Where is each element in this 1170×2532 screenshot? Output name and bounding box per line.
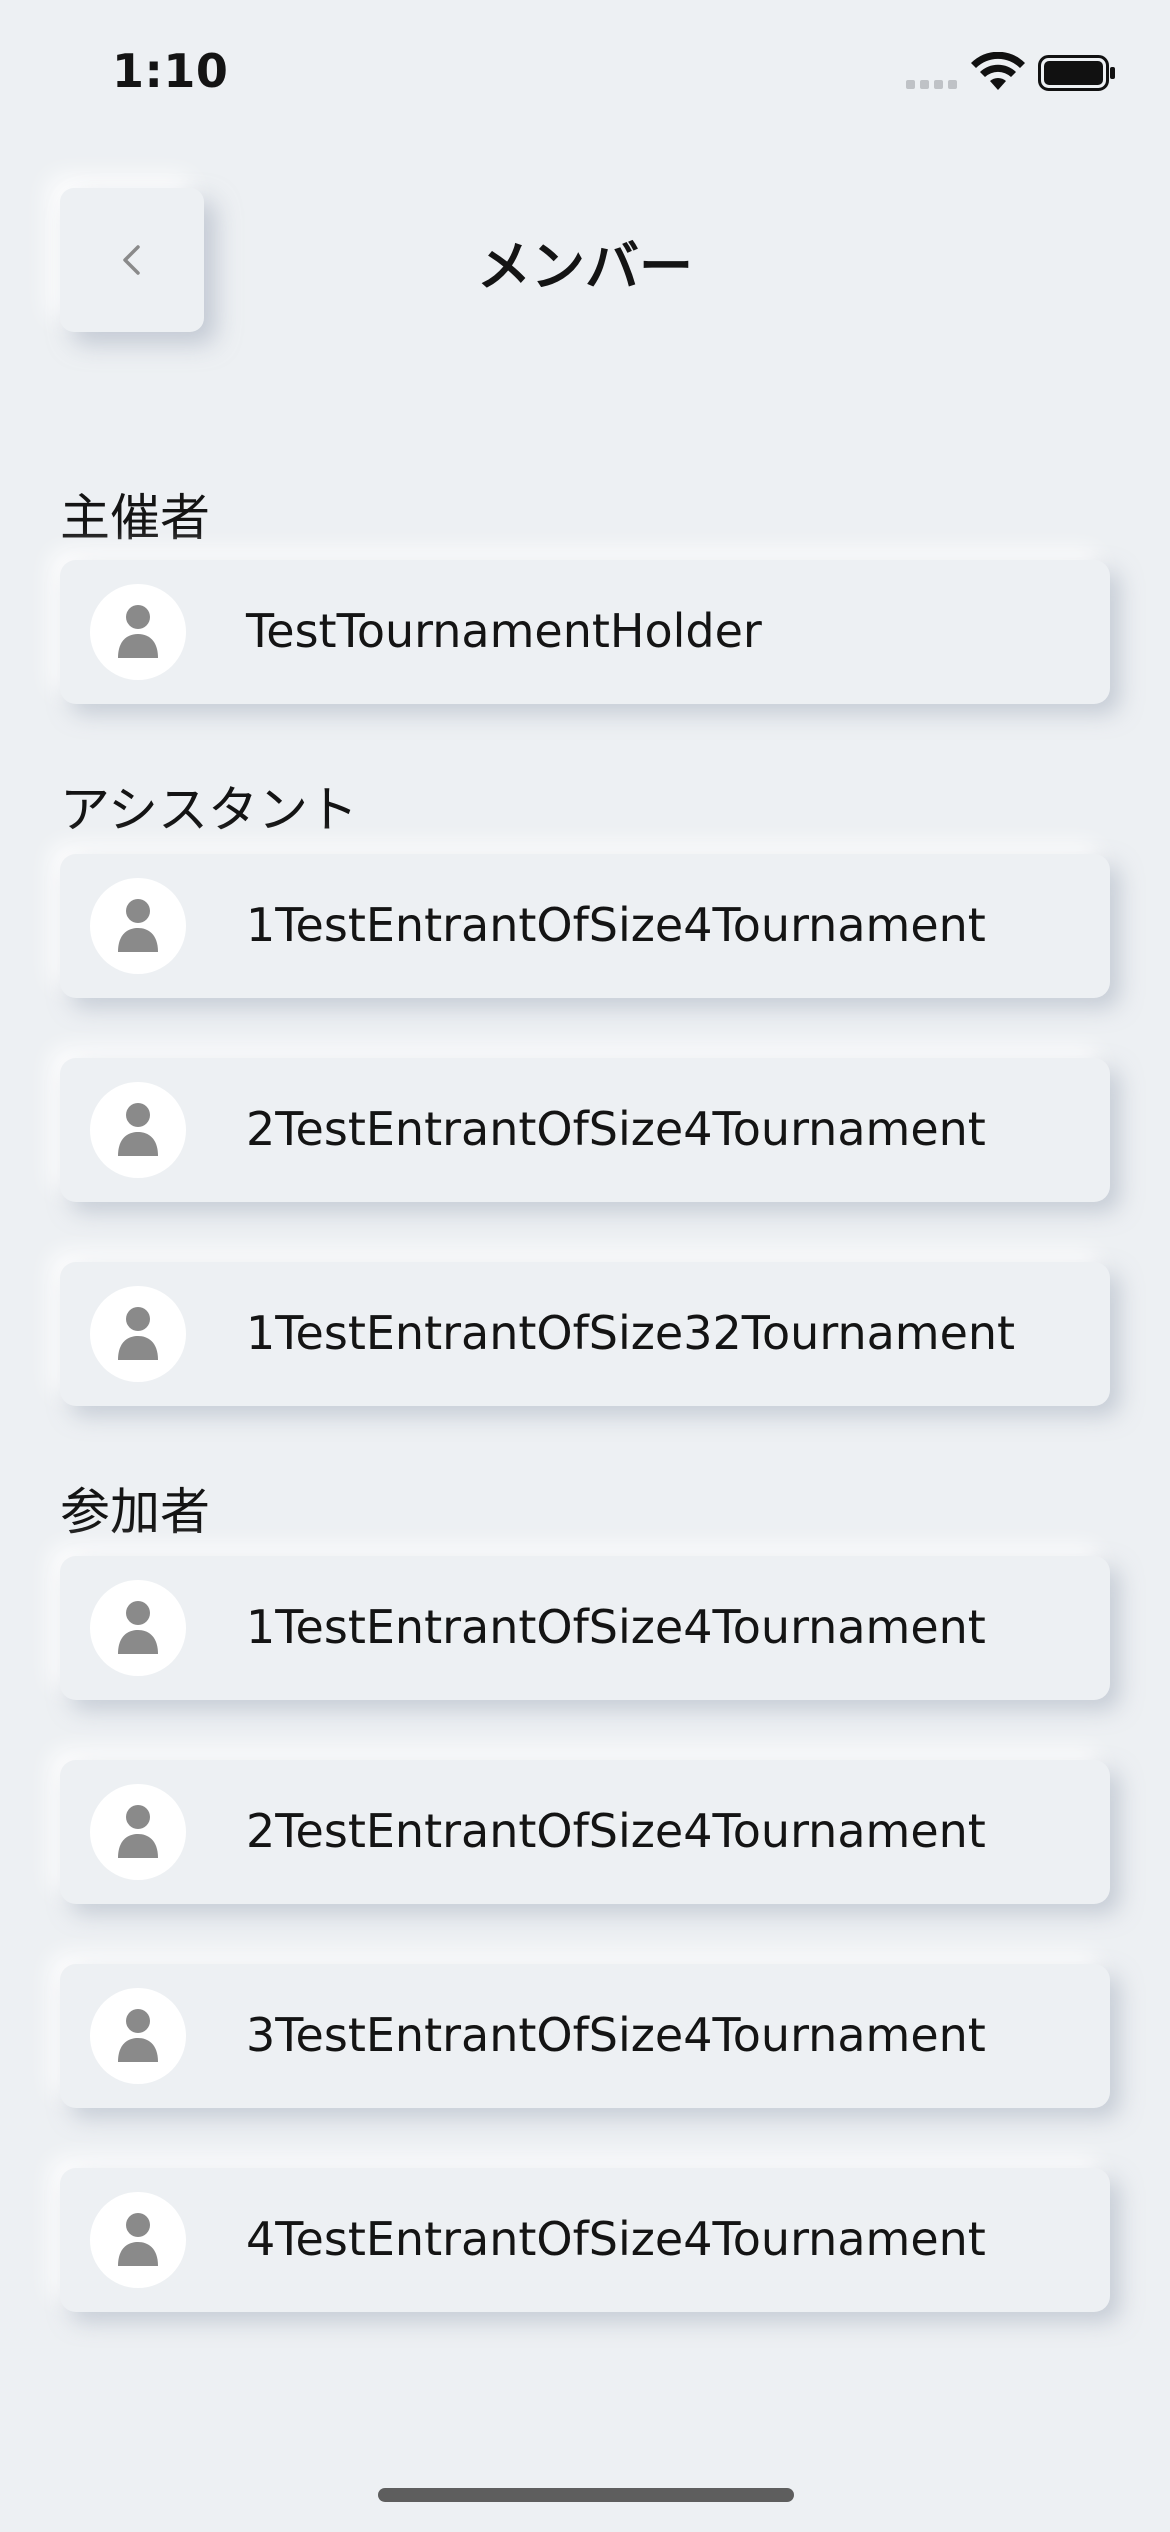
home-indicator[interactable] — [378, 2488, 794, 2502]
member-name: 4TestEntrantOfSize4Tournament — [246, 2212, 986, 2266]
member-card[interactable]: 1TestEntrantOfSize4Tournament — [60, 854, 1110, 998]
section-label-organizer: 主催者 — [60, 489, 210, 547]
person-icon — [118, 605, 158, 658]
person-icon — [118, 899, 158, 952]
member-card[interactable]: 2TestEntrantOfSize4Tournament — [60, 1760, 1110, 1904]
member-card[interactable]: 1TestEntrantOfSize4Tournament — [60, 1556, 1110, 1700]
person-icon — [118, 2213, 158, 2266]
avatar — [90, 1082, 186, 1178]
person-icon — [118, 1307, 158, 1360]
member-name: 3TestEntrantOfSize4Tournament — [246, 2008, 986, 2062]
member-name: 1TestEntrantOfSize32Tournament — [246, 1306, 1016, 1360]
navigation-header: メンバー — [0, 180, 1170, 340]
avatar — [90, 584, 186, 680]
person-icon — [118, 1601, 158, 1654]
member-card[interactable]: 1TestEntrantOfSize32Tournament — [60, 1262, 1110, 1406]
avatar — [90, 1580, 186, 1676]
cellular-signal-icon — [906, 80, 958, 90]
avatar — [90, 1286, 186, 1382]
avatar — [90, 1988, 186, 2084]
section-label-participants: 参加者 — [60, 1483, 210, 1541]
member-name: TestTournamentHolder — [246, 604, 762, 658]
member-card[interactable]: 4TestEntrantOfSize4Tournament — [60, 2168, 1110, 2312]
avatar — [90, 878, 186, 974]
avatar — [90, 1784, 186, 1880]
member-name: 1TestEntrantOfSize4Tournament — [246, 898, 986, 952]
member-card[interactable]: 3TestEntrantOfSize4Tournament — [60, 1964, 1110, 2108]
person-icon — [118, 1805, 158, 1858]
section-label-assistants: アシスタント — [60, 781, 358, 839]
member-name: 1TestEntrantOfSize4Tournament — [246, 1600, 986, 1654]
avatar — [90, 2192, 186, 2288]
status-time: 1:10 — [112, 44, 229, 98]
member-name: 2TestEntrantOfSize4Tournament — [246, 1804, 986, 1858]
member-card[interactable]: 2TestEntrantOfSize4Tournament — [60, 1058, 1110, 1202]
page-title: メンバー — [477, 235, 693, 298]
status-bar: 1:10 — [0, 0, 1170, 140]
battery-icon — [1038, 55, 1115, 91]
member-name: 2TestEntrantOfSize4Tournament — [246, 1102, 986, 1156]
member-card[interactable]: TestTournamentHolder — [60, 560, 1110, 704]
person-icon — [118, 1103, 158, 1156]
person-icon — [118, 2009, 158, 2062]
wifi-icon — [971, 52, 1025, 90]
